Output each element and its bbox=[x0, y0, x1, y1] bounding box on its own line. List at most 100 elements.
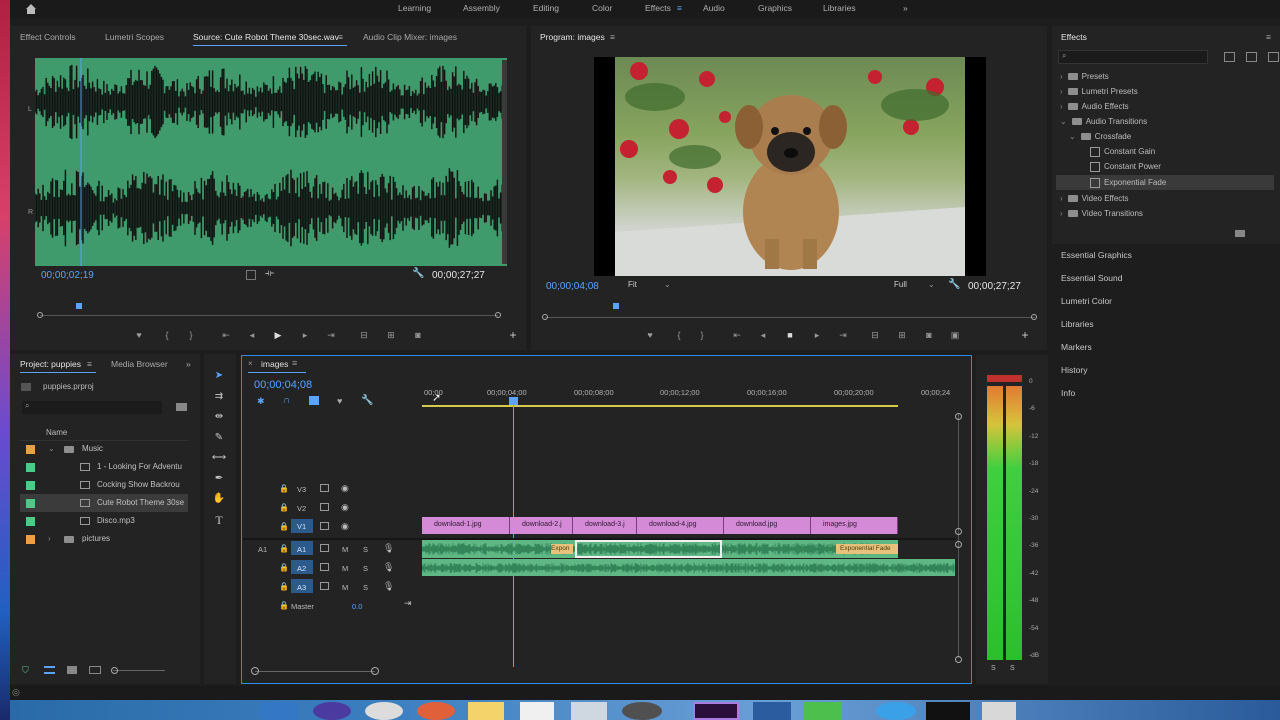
program-mark-out-button[interactable]: } bbox=[695, 328, 709, 342]
lock-icon[interactable]: 🔒 bbox=[279, 503, 289, 512]
meter-solo-right[interactable]: S bbox=[1010, 665, 1015, 672]
source-insert-button[interactable]: ⊟ bbox=[357, 328, 371, 342]
program-add-marker-button[interactable]: ♥ bbox=[643, 328, 657, 342]
program-quality-dropdown[interactable]: Full ⌄ bbox=[894, 280, 940, 294]
project-search-input[interactable]: ⌕ bbox=[22, 401, 162, 414]
panel-lumetri-color[interactable]: Lumetri Color bbox=[1061, 296, 1112, 306]
microphone-icon[interactable]: 🎙 bbox=[383, 581, 394, 592]
track-label-v2[interactable]: V2 bbox=[297, 504, 306, 513]
effects-search-input[interactable]: ⌕ bbox=[1058, 50, 1208, 64]
program-playhead-marker[interactable] bbox=[613, 303, 619, 309]
tab-lumetri-scopes[interactable]: Lumetri Scopes bbox=[105, 26, 164, 48]
program-stop-button[interactable]: ■ bbox=[783, 328, 797, 342]
dock-app-icon[interactable] bbox=[926, 702, 970, 720]
effects-tree-presets[interactable]: › Presets bbox=[1060, 69, 1109, 84]
dock-app-icon[interactable] bbox=[468, 702, 504, 720]
solo-button[interactable]: S bbox=[363, 583, 368, 592]
panel-essential-sound[interactable]: Essential Sound bbox=[1061, 273, 1122, 283]
source-patch-a1[interactable]: A1 bbox=[258, 545, 267, 554]
effects-tree-lumetri-presets[interactable]: › Lumetri Presets bbox=[1060, 84, 1138, 99]
master-volume-value[interactable]: 0.0 bbox=[352, 602, 362, 611]
source-mark-out-button[interactable]: } bbox=[184, 328, 198, 342]
dock-app-icon[interactable] bbox=[753, 702, 791, 720]
lock-icon[interactable]: 🔒 bbox=[279, 601, 289, 610]
workspace-tab-effects[interactable]: Effects bbox=[645, 0, 671, 18]
sync-lock-icon[interactable] bbox=[320, 522, 329, 530]
timeline-zoom-handle-right[interactable] bbox=[371, 667, 379, 675]
new-bin-icon[interactable] bbox=[1235, 230, 1245, 237]
panel-markers[interactable]: Markers bbox=[1061, 342, 1092, 352]
dock-app-icon[interactable] bbox=[520, 702, 554, 720]
razor-tool-icon[interactable]: ✎ bbox=[211, 430, 227, 446]
workspace-tab-audio[interactable]: Audio bbox=[703, 0, 725, 18]
lock-icon[interactable]: 🔒 bbox=[279, 522, 289, 531]
project-item-music[interactable]: ⌄ Music bbox=[20, 440, 188, 458]
source-out-handle[interactable] bbox=[495, 312, 501, 318]
ripple-edit-tool-icon[interactable]: ⇹ bbox=[211, 409, 227, 425]
program-step-back-button[interactable]: ◂ bbox=[756, 328, 770, 342]
sync-lock-icon[interactable] bbox=[320, 544, 329, 552]
lock-icon[interactable]: 🔒 bbox=[279, 544, 289, 553]
hand-tool-icon[interactable]: ✋ bbox=[211, 491, 227, 507]
source-go-to-out-button[interactable]: ⇥ bbox=[324, 328, 338, 342]
effects-tree-exponential-fade[interactable]: Exponential Fade bbox=[1090, 175, 1166, 190]
program-out-handle[interactable] bbox=[1031, 314, 1037, 320]
program-export-frame-button[interactable]: ◙ bbox=[922, 328, 936, 342]
program-extract-button[interactable]: ⊞ bbox=[895, 328, 909, 342]
workspace-tab-color[interactable]: Color bbox=[592, 0, 612, 18]
timeline-settings-icon[interactable]: 🔧 bbox=[361, 395, 373, 406]
lock-icon[interactable]: 🔒 bbox=[279, 582, 289, 591]
timeline-scroll-handle[interactable] bbox=[955, 541, 962, 548]
track-label-a2[interactable]: A2 bbox=[297, 564, 306, 573]
source-drag-audio-icon[interactable]: ⟛ bbox=[265, 268, 274, 279]
mute-button[interactable]: M bbox=[342, 583, 348, 592]
solo-button[interactable]: S bbox=[363, 545, 368, 554]
audio-transition[interactable]: Expon bbox=[551, 544, 573, 554]
project-zoom-slider[interactable] bbox=[113, 670, 165, 671]
workspace-tab-editing[interactable]: Editing bbox=[533, 0, 559, 18]
column-name-header[interactable]: Name bbox=[46, 428, 67, 437]
source-go-to-in-button[interactable]: ⇤ bbox=[219, 328, 233, 342]
workspace-tab-learning[interactable]: Learning bbox=[398, 0, 431, 18]
dock-app-icon[interactable] bbox=[622, 702, 662, 720]
effects-tree-audio-transitions[interactable]: ⌄ Audio Transitions bbox=[1060, 114, 1147, 129]
source-playhead-bar[interactable] bbox=[40, 315, 498, 316]
project-item-audio[interactable]: Disco.mp3 bbox=[20, 512, 188, 530]
nest-toggle-icon[interactable]: ✱ bbox=[257, 396, 265, 407]
eye-icon[interactable]: ◉ bbox=[341, 521, 349, 532]
effects-panel-title[interactable]: Effects bbox=[1061, 26, 1087, 48]
program-go-to-out-button[interactable]: ⇥ bbox=[836, 328, 850, 342]
work-area-bar[interactable] bbox=[422, 405, 898, 407]
source-step-forward-button[interactable]: ▸ bbox=[298, 328, 312, 342]
track-label-v3[interactable]: V3 bbox=[297, 485, 306, 494]
workspace-tab-assembly[interactable]: Assembly bbox=[463, 0, 500, 18]
source-timecode-current[interactable]: 00;00;02;19 bbox=[41, 270, 94, 281]
effects-tree-audio-effects[interactable]: › Audio Effects bbox=[1060, 99, 1129, 114]
project-zoom-handle[interactable] bbox=[111, 667, 118, 674]
program-lift-button[interactable]: ⊟ bbox=[868, 328, 882, 342]
source-overwrite-button[interactable]: ⊞ bbox=[384, 328, 398, 342]
source-playhead-marker[interactable] bbox=[76, 303, 82, 309]
audio-transition[interactable]: Exponential Fade bbox=[836, 544, 898, 554]
project-overflow-button[interactable]: » bbox=[186, 353, 191, 375]
track-label-v1[interactable]: V1 bbox=[297, 522, 306, 531]
source-export-frame-button[interactable]: ◙ bbox=[411, 328, 425, 342]
program-mark-in-button[interactable]: { bbox=[672, 328, 686, 342]
track-label-a3[interactable]: A3 bbox=[297, 583, 306, 592]
video-clip[interactable]: download.jpg bbox=[724, 517, 811, 534]
effects-tree-constant-power[interactable]: Constant Power bbox=[1090, 159, 1161, 174]
track-select-tool-icon[interactable]: ⇉ bbox=[211, 389, 227, 405]
source-add-marker-button[interactable]: ♥ bbox=[132, 328, 146, 342]
type-tool-icon[interactable]: T bbox=[211, 512, 227, 528]
dock-app-icon[interactable] bbox=[260, 702, 298, 720]
source-settings-icon[interactable]: 🔧 bbox=[412, 268, 424, 279]
workspace-overflow-button[interactable]: » bbox=[903, 0, 908, 18]
program-go-to-in-button[interactable]: ⇤ bbox=[730, 328, 744, 342]
lock-icon[interactable]: 🔒 bbox=[279, 484, 289, 493]
add-marker-icon[interactable]: ♥ bbox=[337, 396, 342, 406]
sync-lock-icon[interactable] bbox=[320, 563, 329, 571]
timeline-scroll-handle[interactable] bbox=[955, 413, 962, 420]
video-clip[interactable]: download-2.j bbox=[510, 517, 573, 534]
panel-libraries[interactable]: Libraries bbox=[1061, 319, 1094, 329]
program-step-forward-button[interactable]: ▸ bbox=[810, 328, 824, 342]
